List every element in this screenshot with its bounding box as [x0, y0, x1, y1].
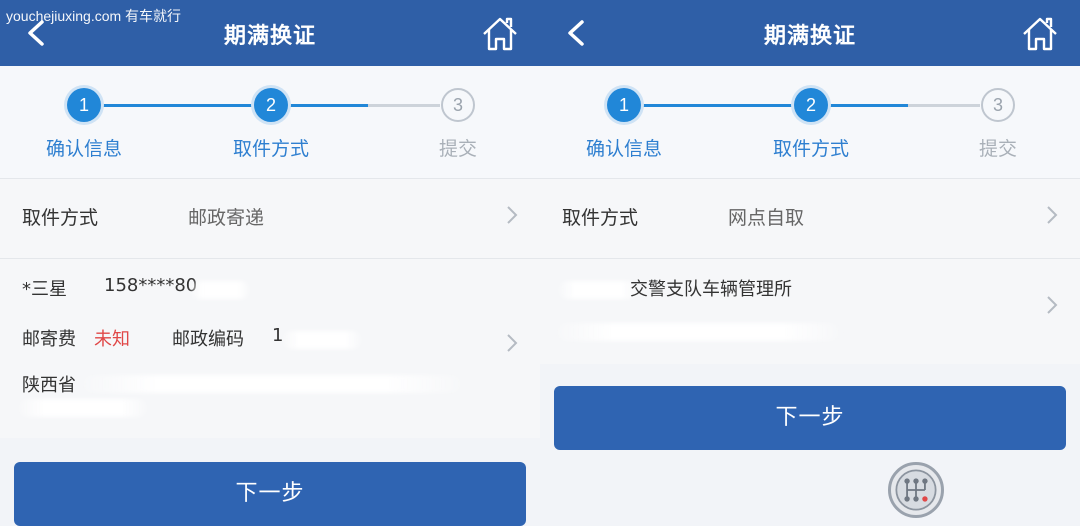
redaction-mask — [558, 281, 638, 299]
contact-name: *三星 — [22, 279, 67, 300]
progress-steps: 1 2 3 确认信息 取件方式 提交 — [540, 66, 1080, 178]
step-1-circle: 1 — [67, 88, 101, 122]
progress-steps: 1 2 3 确认信息 取件方式 提交 — [0, 66, 540, 178]
step-3-circle: 3 — [441, 88, 475, 122]
step-2-label: 取件方式 — [772, 138, 849, 160]
pickup-method-label: 取件方式 — [22, 207, 99, 229]
contact-phone: 158****80 — [104, 275, 198, 296]
step-connector-pending — [368, 104, 440, 107]
step-2-circle: 2 — [254, 88, 288, 122]
chevron-right-icon — [1047, 296, 1058, 314]
pickup-method-row[interactable]: 取件方式 网点自取 — [540, 178, 1080, 258]
address-prefix: 陕西省 — [22, 375, 76, 396]
left-screen: 期满换证 1 2 3 确认信息 取件方式 提交 取件方式 邮政寄递 *三星 15… — [0, 0, 540, 526]
chevron-right-icon — [507, 206, 518, 224]
gear-shift-logo-icon — [888, 462, 944, 518]
header-bar: 期满换证 — [540, 0, 1080, 66]
address-row[interactable]: *三星 158****80 邮寄费 未知 邮政编码 1 陕西省 — [0, 258, 540, 438]
zip-label: 邮政编码 — [172, 329, 244, 350]
next-step-button[interactable]: 下一步 — [14, 462, 526, 526]
right-screen: 期满换证 1 2 3 确认信息 取件方式 提交 取件方式 网点自取 交警支队车辆… — [540, 0, 1080, 526]
page-title: 期满换证 — [763, 24, 856, 49]
home-icon[interactable] — [480, 14, 520, 54]
chevron-right-icon — [1047, 206, 1058, 224]
pickup-method-value: 邮政寄递 — [188, 207, 265, 229]
redaction-mask — [190, 281, 250, 299]
redaction-mask — [282, 331, 362, 349]
next-step-button[interactable]: 下一步 — [554, 386, 1066, 450]
home-icon[interactable] — [1020, 14, 1060, 54]
step-connector-done — [640, 104, 810, 107]
step-1-label: 确认信息 — [585, 138, 662, 160]
pickup-method-row[interactable]: 取件方式 邮政寄递 — [0, 178, 540, 258]
step-3-circle: 3 — [981, 88, 1015, 122]
step-connector-current — [828, 104, 908, 107]
pickup-office-row[interactable]: 交警支队车辆管理所 — [540, 258, 1080, 364]
step-3-label: 提交 — [978, 138, 1017, 160]
step-1-label: 确认信息 — [45, 138, 122, 160]
step-1-circle: 1 — [607, 88, 641, 122]
step-3-label: 提交 — [438, 138, 477, 160]
redaction-mask — [18, 399, 148, 417]
step-connector-current — [288, 104, 368, 107]
postage-value: 未知 — [94, 329, 130, 350]
site-watermark: youchejiuxing.com 有车就行 — [6, 8, 182, 24]
pickup-method-label: 取件方式 — [562, 207, 639, 229]
step-2-circle: 2 — [794, 88, 828, 122]
step-2-label: 取件方式 — [232, 138, 309, 160]
step-connector-pending — [908, 104, 980, 107]
step-connector-done — [100, 104, 270, 107]
postage-label: 邮寄费 — [22, 329, 76, 350]
redaction-mask — [82, 375, 462, 393]
redaction-mask — [556, 323, 840, 341]
office-name: 交警支队车辆管理所 — [630, 279, 792, 300]
chevron-right-icon — [507, 334, 518, 352]
pickup-method-value: 网点自取 — [728, 207, 805, 229]
